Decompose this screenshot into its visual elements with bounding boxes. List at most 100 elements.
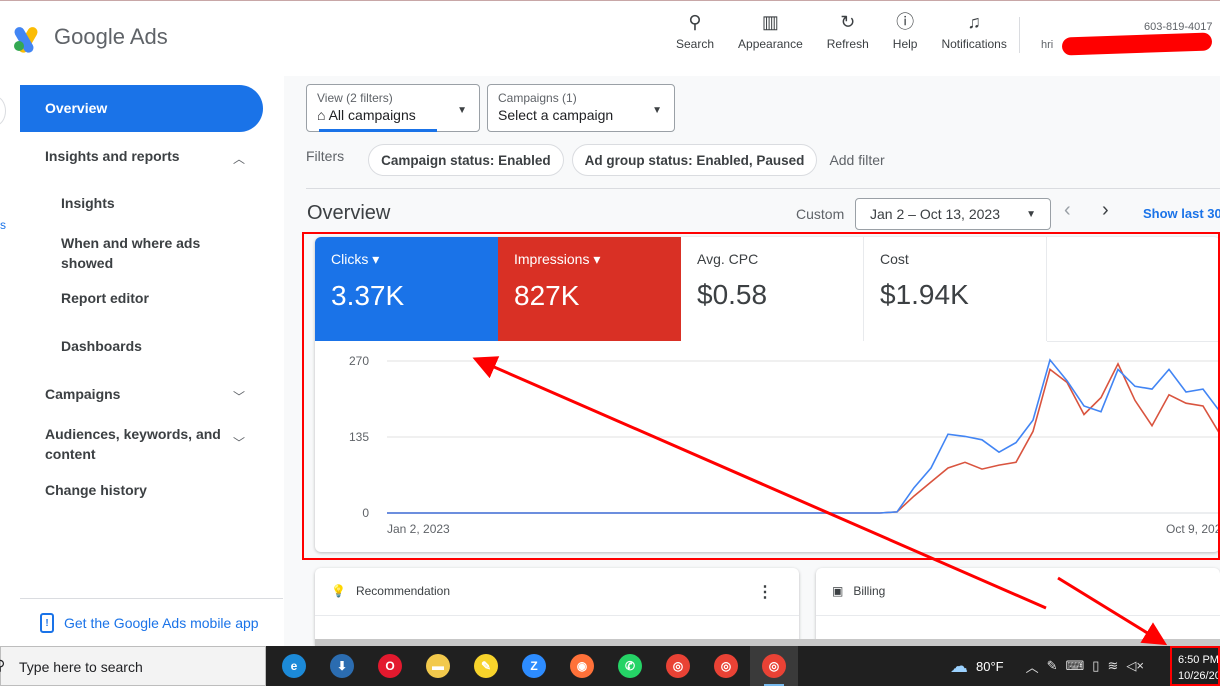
sidebar-collapsed-button[interactable] <box>0 96 6 126</box>
chevron-down-icon[interactable]: ﹀ <box>233 388 245 405</box>
taskbar-app-button[interactable]: ✆ <box>606 646 654 686</box>
sidebar-left-fragment: s <box>0 218 6 232</box>
taskbar-app-button[interactable]: ◎ <box>750 646 798 686</box>
refresh-icon: ↻ <box>840 12 856 32</box>
sidebar-item-insights-reports[interactable]: Insights and reports <box>45 148 180 164</box>
filter-chip-campaign-status[interactable]: Campaign status: Enabled <box>368 144 564 176</box>
view-filter-dropdown[interactable]: View (2 filters) ⌂ All campaigns ▼ <box>306 84 480 132</box>
sidebar-item-change-history[interactable]: Change history <box>45 482 147 498</box>
taskbar-clock[interactable]: 6:50 PM 10/26/2023 <box>1170 646 1220 686</box>
show-last-30-days-link[interactable]: Show last 30 days <box>1143 206 1220 221</box>
chevron-right-icon[interactable]: › <box>1102 199 1109 222</box>
taskbar-app-button[interactable]: ✎ <box>462 646 510 686</box>
google-ads-logo[interactable]: Google Ads <box>12 23 168 55</box>
folder-icon: ▬ <box>426 654 450 678</box>
date-range-value: Jan 2 – Oct 13, 2023 <box>870 206 1000 222</box>
chevron-down-icon[interactable]: ﹀ <box>233 434 245 451</box>
mobile-phone-icon: ! <box>40 613 54 633</box>
sidebar-item-report-editor[interactable]: Report editor <box>61 290 149 306</box>
appearance-tool-label: Appearance <box>738 37 803 51</box>
taskbar-app-button[interactable]: ◉ <box>558 646 606 686</box>
chevron-up-icon[interactable]: ︿ <box>1026 657 1039 676</box>
sidebar-item-overview[interactable]: Overview <box>20 85 263 132</box>
appearance-tool-button[interactable]: ▥ Appearance <box>726 11 815 53</box>
volume-muted-icon[interactable]: ◁× <box>1126 658 1144 674</box>
sidebar-item-audiences[interactable]: Audiences, keywords, and content <box>45 424 230 464</box>
mobile-app-link[interactable]: ! Get the Google Ads mobile app <box>40 613 259 633</box>
chevron-left-icon[interactable]: ‹ <box>1064 199 1071 222</box>
search-icon: ⚲ <box>0 657 6 673</box>
page-title: Overview <box>307 202 391 224</box>
app-name: Google Ads <box>54 24 168 49</box>
taskbar-app-button[interactable]: O <box>366 646 414 686</box>
filters-row: Filters Campaign status: Enabled Ad grou… <box>306 144 885 176</box>
recommendation-card: 💡 Recommendation ⋮ <box>315 568 799 648</box>
clock-time: 6:50 PM <box>1178 654 1219 666</box>
mobile-app-label: Get the Google Ads mobile app <box>64 615 259 631</box>
taskbar-app-button[interactable]: ◎ <box>654 646 702 686</box>
taskbar-app-button[interactable]: ▬ <box>414 646 462 686</box>
view-filter-value-text: All campaigns <box>328 107 416 123</box>
clock-date: 10/26/2023 <box>1178 670 1218 682</box>
whatsapp-icon: ✆ <box>618 654 642 678</box>
campaign-filter-value: Select a campaign <box>498 107 614 123</box>
windows-taskbar: ⚲ Type here to search e ⬇ O ▬ ✎ Z ◉ ✆ ◎ ◎ ◎ ☁ 80°F… <box>0 646 1220 686</box>
card-divider <box>816 615 1220 616</box>
wifi-icon[interactable]: ≋ <box>1107 658 1118 674</box>
app-icon: ⬇ <box>330 654 354 678</box>
view-filter-count: View (2 filters) <box>317 91 393 105</box>
sidebar-item-dashboards[interactable]: Dashboards <box>61 338 142 354</box>
help-icon: ⓘ <box>896 12 915 32</box>
chevron-up-icon[interactable]: ︿ <box>233 150 245 167</box>
notifications-tool-label: Notifications <box>941 37 1007 51</box>
help-tool-label: Help <box>892 37 918 51</box>
temperature[interactable]: 80°F <box>976 659 1004 674</box>
refresh-tool-button[interactable]: ↻ Refresh <box>815 11 881 53</box>
keyboard-icon[interactable]: ⌨ <box>1066 658 1085 674</box>
taskbar-app-button[interactable]: e <box>270 646 318 686</box>
more-options-icon[interactable]: ⋮ <box>757 582 773 602</box>
filters-label: Filters <box>306 148 345 164</box>
billing-card: ▣ Billing <box>816 568 1220 648</box>
zoom-icon: Z <box>522 654 546 678</box>
help-tool-button[interactable]: ⓘ Help <box>881 11 930 53</box>
bell-icon: ♫ <box>967 12 981 32</box>
date-range-picker[interactable]: Jan 2 – Oct 13, 2023 ▼ <box>855 198 1051 230</box>
caret-down-icon: ▼ <box>457 105 467 116</box>
header-toolbar: ⚲ Search ▥ Appearance ↻ Refresh ⓘ Help ♫… <box>664 11 1020 53</box>
billing-icon: ▣ <box>832 584 844 598</box>
toolbar-divider <box>1018 17 1020 53</box>
card-divider <box>315 615 799 616</box>
opera-icon: O <box>378 654 402 678</box>
weather-icon[interactable]: ☁ <box>950 656 968 677</box>
campaign-filter-dropdown[interactable]: Campaigns (1) Select a campaign ▼ <box>487 84 675 132</box>
view-filter-value: ⌂ All campaigns <box>317 107 469 123</box>
caret-down-icon: ▼ <box>652 105 662 116</box>
account-phone: 603-819-4017 <box>1144 21 1213 33</box>
chrome-active-icon: ◎ <box>762 654 786 678</box>
sidebar-item-campaigns[interactable]: Campaigns <box>45 386 120 402</box>
add-filter-button[interactable]: Add filter <box>829 152 884 168</box>
horizontal-scrollbar[interactable] <box>315 639 1220 646</box>
annotation-outline <box>302 232 1220 560</box>
caret-down-icon: ▼ <box>1026 209 1036 220</box>
filter-chip-ad-group-status[interactable]: Ad group status: Enabled, Paused <box>571 144 818 176</box>
taskbar-app-button[interactable]: Z <box>510 646 558 686</box>
search-icon: ⚲ <box>688 12 702 32</box>
home-icon: ⌂ <box>317 107 326 123</box>
notifications-tool-button[interactable]: ♫ Notifications <box>929 11 1018 53</box>
sidebar-item-insights[interactable]: Insights <box>61 195 115 211</box>
taskbar-search[interactable]: ⚲ Type here to search <box>0 646 266 686</box>
campaign-filter-count: Campaigns (1) <box>498 91 577 105</box>
pen-icon[interactable]: ✎ <box>1047 658 1058 674</box>
battery-icon[interactable]: ▯ <box>1092 658 1099 674</box>
appearance-icon: ▥ <box>761 12 779 32</box>
chrome-profile-icon: ◎ <box>714 654 738 678</box>
search-tool-label: Search <box>676 37 715 51</box>
taskbar-app-button[interactable]: ◎ <box>702 646 750 686</box>
sidebar-divider <box>20 598 283 599</box>
sidebar-item-when-where[interactable]: When and where ads showed <box>61 233 221 273</box>
search-tool-button[interactable]: ⚲ Search <box>664 11 726 53</box>
edge-icon: e <box>282 654 306 678</box>
taskbar-app-button[interactable]: ⬇ <box>318 646 366 686</box>
